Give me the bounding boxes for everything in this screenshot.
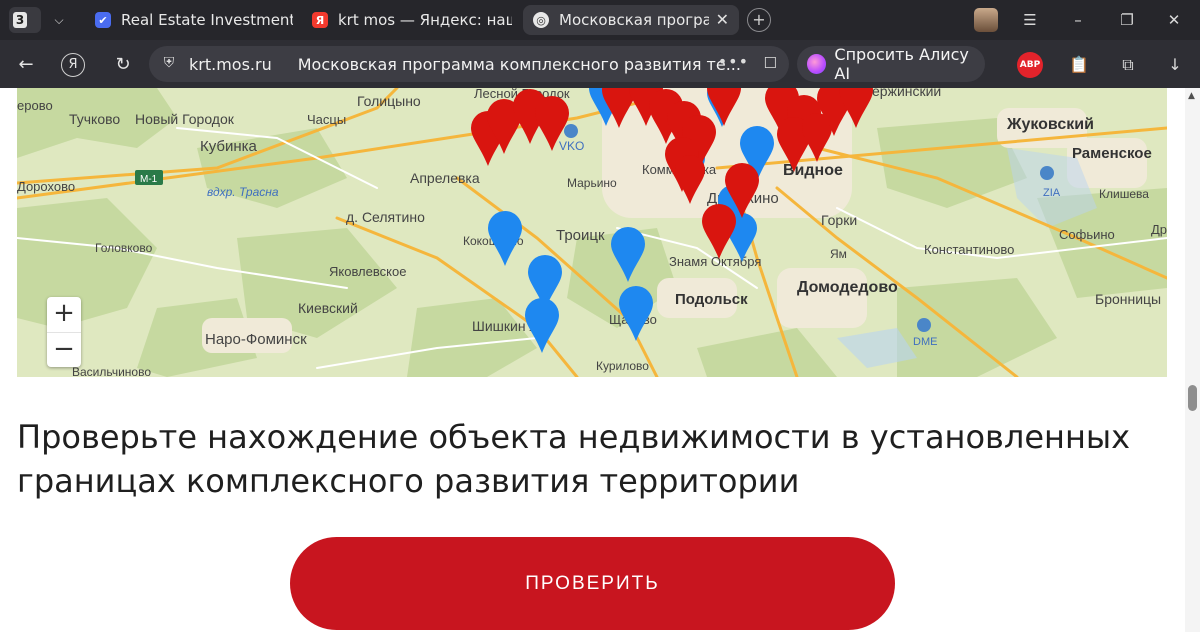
map-label: Ям	[830, 247, 847, 261]
url-domain[interactable]: krt.mos.ru	[189, 55, 272, 74]
translate-icon[interactable]: ⧉	[1115, 52, 1141, 78]
map-label: вдхр. Трасна	[207, 185, 279, 199]
map-label: DME	[913, 336, 937, 348]
krt-map[interactable]: Голицыно Лесной Городок ержинский ерово …	[17, 88, 1167, 377]
map-label: Клишева	[1099, 187, 1149, 201]
tab-counter-button[interactable]: 3	[9, 7, 41, 33]
map-label: Софьино	[1059, 227, 1115, 242]
close-tab-icon[interactable]: ✕	[716, 10, 729, 29]
ask-alice-button[interactable]: Спросить Алису AI	[797, 45, 985, 83]
map-label: ZIA	[1043, 187, 1061, 199]
map-canvas[interactable]: Голицыно Лесной Городок ержинский ерово …	[17, 88, 1167, 377]
map-label: Апрелевка	[410, 170, 480, 186]
map-label: ерово	[17, 98, 53, 113]
minimize-icon[interactable]: –	[1066, 8, 1090, 32]
alice-label: Спросить Алису AI	[834, 45, 969, 83]
extension-icon[interactable]: 📋	[1066, 52, 1092, 78]
map-label: Горки	[821, 212, 857, 228]
map-label: Наро-Фоминск	[205, 331, 307, 348]
page-viewport: Голицыно Лесной Городок ержинский ерово …	[0, 88, 1185, 632]
map-zoom-control: + −	[47, 297, 81, 367]
map-label: Бронницы	[1095, 291, 1161, 307]
address-page-title[interactable]: Московская программа комплексного развит…	[298, 55, 741, 74]
back-arrow-icon[interactable]: ←	[13, 52, 39, 78]
check-button[interactable]: ПРОВЕРИТЬ	[290, 537, 895, 630]
zoom-in-button[interactable]: +	[47, 297, 81, 332]
map-label: Головково	[95, 241, 153, 255]
map-label: Курилово	[596, 359, 649, 373]
shield-icon[interactable]: ⛨	[161, 55, 177, 73]
map-label: Яковлевское	[329, 264, 406, 279]
map-label: Новый Городок	[135, 111, 235, 127]
scrollbar-thumb[interactable]	[1188, 385, 1197, 411]
tab-count: 3	[13, 12, 27, 28]
map-label: Домодедово	[797, 279, 898, 296]
tab-strip: 3 ⌵ ✔ Real Estate Investment Analy Я krt…	[0, 0, 1200, 40]
check-property-heading: Проверьте нахождение объекта недвижимост…	[17, 418, 1131, 500]
restore-icon[interactable]: ❐	[1115, 8, 1139, 32]
map-label: Голицыно	[357, 93, 421, 109]
new-tab-button[interactable]: +	[747, 8, 771, 32]
chevron-down-icon[interactable]: ⌵	[46, 10, 72, 30]
menu-icon[interactable]: ☰	[1018, 8, 1042, 32]
map-label: Васильчиново	[72, 365, 151, 377]
map-label: VKO	[559, 139, 584, 153]
map-label: Часцы	[307, 112, 346, 127]
tab-real-estate[interactable]: ✔ Real Estate Investment Analy	[95, 5, 293, 35]
map-label: ержинский	[872, 88, 941, 99]
page-scrollbar[interactable]: ▲	[1185, 88, 1200, 632]
reload-icon[interactable]: ↻	[110, 52, 136, 78]
airport-icon	[564, 124, 578, 138]
map-label: Жуковский	[1006, 116, 1094, 133]
airport-icon	[1040, 166, 1054, 180]
map-label: Раменское	[1072, 145, 1152, 162]
krt-favicon-icon: ◎	[533, 12, 549, 28]
scroll-up-icon[interactable]: ▲	[1188, 91, 1195, 101]
airport-icon	[917, 318, 931, 332]
tab-favicon-icon: ✔	[95, 12, 111, 28]
zoom-out-button[interactable]: −	[47, 333, 81, 368]
close-window-icon[interactable]: ✕	[1162, 8, 1186, 32]
map-label: Дорохово	[17, 179, 75, 194]
tab-active-krt[interactable]: ◎ Московская программа ✕	[523, 5, 739, 35]
map-label: Тучково	[69, 111, 120, 127]
tab-yandex-search[interactable]: Я krt mos — Яндекс: нашлось	[312, 5, 512, 35]
map-label: Марьино	[567, 176, 617, 190]
alice-icon	[807, 54, 827, 74]
map-label: Др	[1151, 222, 1167, 237]
bookmark-icon[interactable]: ☐	[764, 54, 777, 72]
tab-title: krt mos — Яндекс: нашлось	[338, 11, 512, 29]
more-icon[interactable]: •••	[718, 52, 749, 71]
profile-avatar[interactable]	[974, 8, 998, 32]
map-label: Троицк	[556, 227, 605, 244]
tab-title: Real Estate Investment Analy	[121, 11, 293, 29]
map-label: М-1	[140, 174, 158, 185]
yandex-favicon-icon: Я	[312, 12, 328, 28]
map-label: Киевский	[298, 300, 358, 316]
map-label: Подольск	[675, 291, 748, 308]
map-label: Константиново	[924, 242, 1014, 257]
map-label: Знамя Октября	[669, 254, 761, 269]
tab-title: Московская программа	[559, 11, 709, 29]
adblock-icon[interactable]: ABP	[1017, 52, 1043, 78]
map-label: д. Селятино	[346, 209, 425, 225]
yandex-logo-icon[interactable]: Я	[61, 53, 85, 77]
address-bar[interactable]: ⛨ krt.mos.ru Московская программа компле…	[149, 46, 789, 82]
download-icon[interactable]: ↓	[1162, 52, 1188, 78]
map-label: Кубинка	[200, 138, 258, 155]
